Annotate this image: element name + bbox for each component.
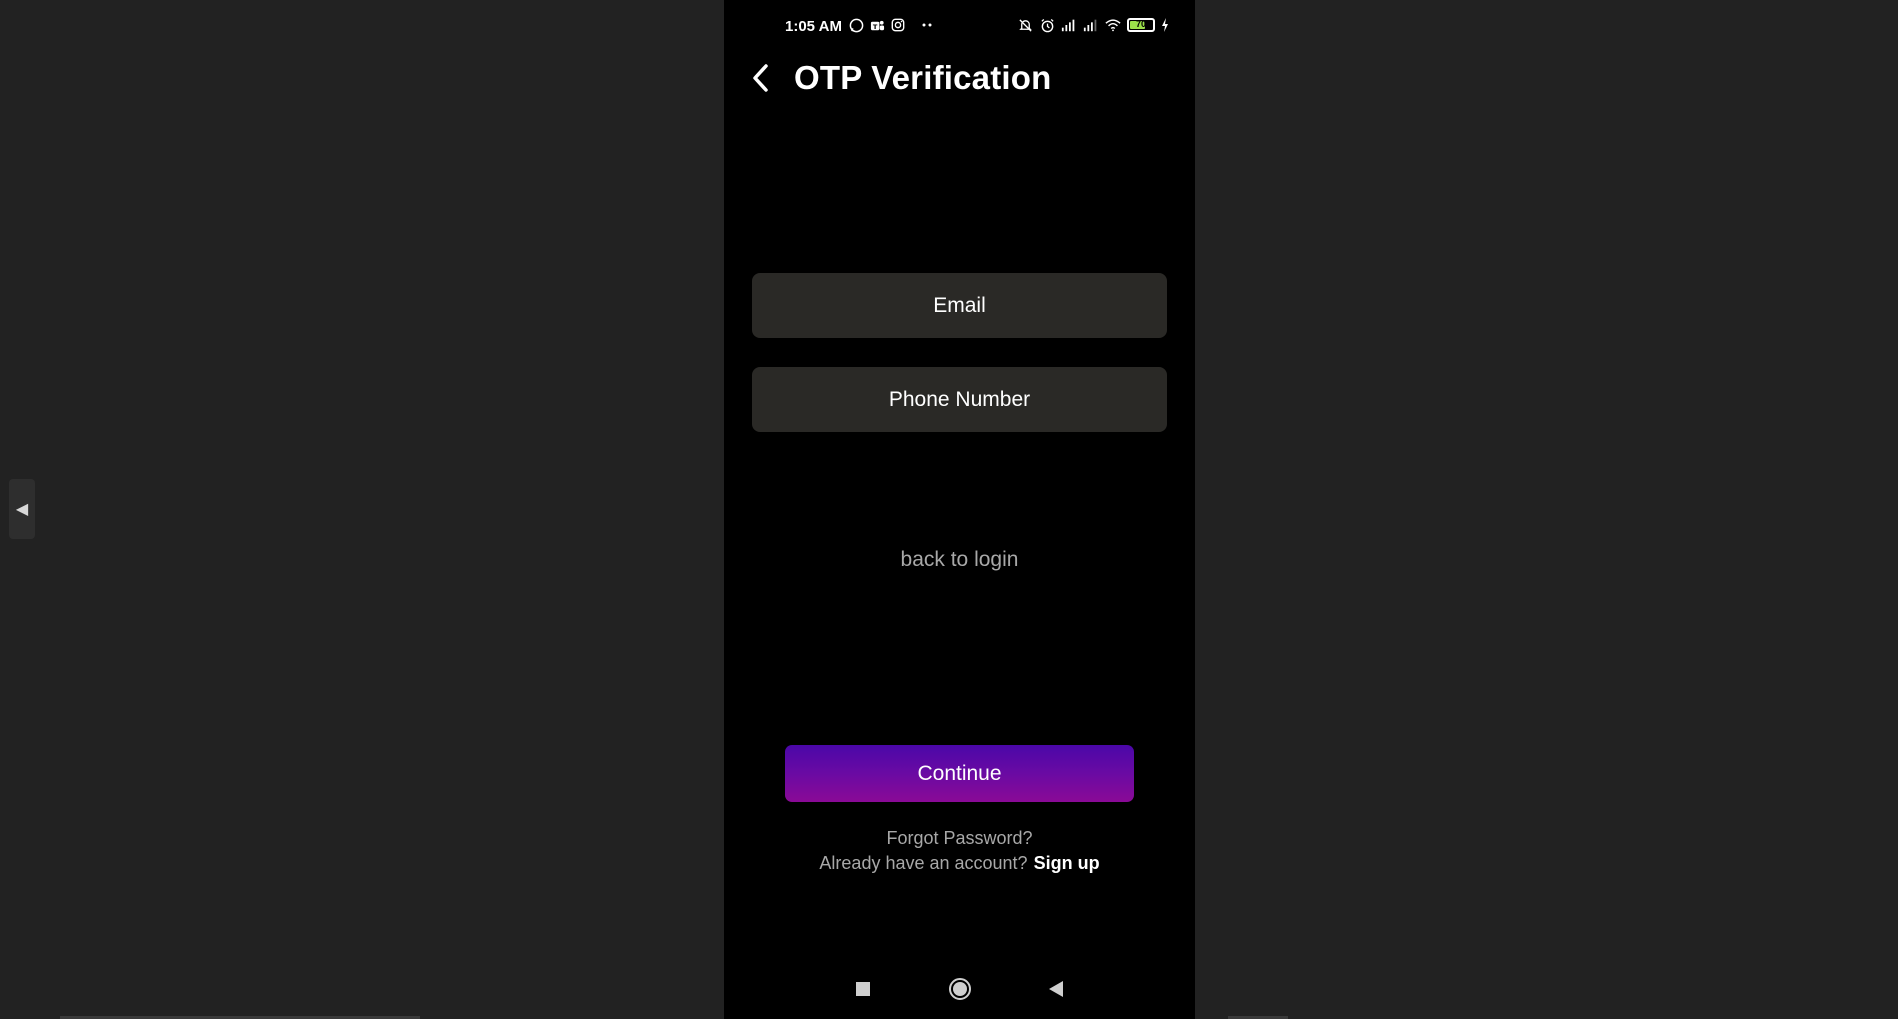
email-field[interactable] <box>752 273 1167 338</box>
system-back-button[interactable] <box>1040 975 1072 1007</box>
wifi-icon <box>1105 17 1121 33</box>
page-title: OTP Verification <box>794 59 1052 96</box>
status-bar: 1:05 AM T 70 <box>724 14 1195 38</box>
battery-icon: 70 <box>1127 18 1155 32</box>
back-triangle-icon <box>1048 980 1064 1003</box>
signal-icon <box>1083 17 1099 33</box>
home-circle-icon <box>948 977 972 1006</box>
svg-text:T: T <box>872 22 877 30</box>
recents-square-icon <box>856 981 870 1001</box>
system-icons: 70 <box>1017 17 1169 33</box>
continue-button[interactable]: Continue <box>785 745 1134 802</box>
home-button[interactable] <box>944 975 976 1007</box>
triangle-left-icon: ◀ <box>15 501 29 518</box>
mute-icon <box>1017 17 1033 33</box>
signal-icon <box>1061 17 1077 33</box>
charging-icon <box>1161 17 1169 33</box>
sign-up-link[interactable]: Sign up <box>1034 853 1100 873</box>
more-dots-icon <box>919 17 935 33</box>
account-prompt: Already have an account? <box>819 853 1028 873</box>
status-time: 1:05 AM <box>785 18 842 35</box>
instagram-icon <box>890 17 906 33</box>
notification-icons: T <box>848 17 935 33</box>
back-button[interactable] <box>744 63 778 97</box>
forgot-password-link[interactable]: Forgot Password? <box>724 828 1195 849</box>
system-nav-bar <box>724 975 1195 1007</box>
teams-icon: T <box>869 17 885 33</box>
battery-level: 70 <box>1135 19 1146 29</box>
recents-button[interactable] <box>847 975 879 1007</box>
side-panel-handle[interactable]: ◀ <box>9 479 35 539</box>
whatsapp-icon <box>848 17 864 33</box>
phone-screen: 1:05 AM T 70 OTP Verification Email Phon… <box>724 0 1195 1019</box>
chevron-left-icon <box>751 63 771 98</box>
back-to-login-link[interactable]: back to login <box>724 548 1195 572</box>
alarm-icon <box>1039 17 1055 33</box>
app-bar: OTP Verification <box>724 55 1195 105</box>
signup-row: Already have an account? Sign up <box>724 853 1195 874</box>
phone-number-field[interactable] <box>752 367 1167 432</box>
